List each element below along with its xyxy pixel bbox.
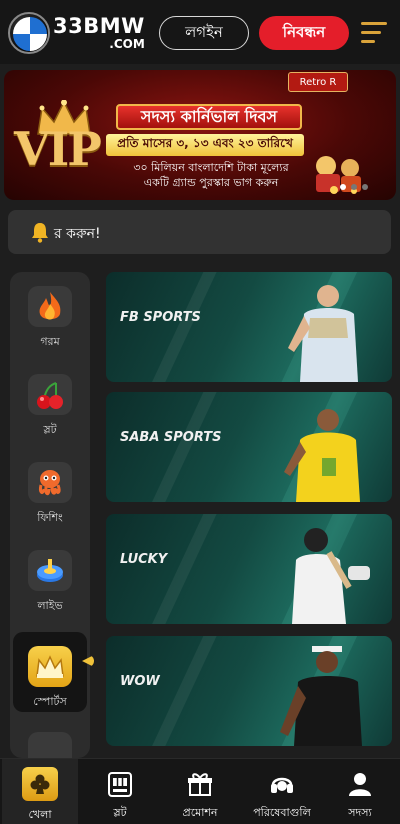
notice-text: র করুন! [54,226,101,242]
bell-icon [32,223,48,243]
slot-machine-icon [105,769,135,799]
nav-item-services[interactable]: পরিষেবাগুলি [244,759,320,824]
login-button[interactable]: লগইন [159,16,249,50]
nav-item-slots[interactable]: স্লট [82,759,158,824]
nav-item-member[interactable]: সদস্য [322,759,398,824]
banner-title: সদস্য কার্নিভাল দিবস [116,104,302,130]
bmw-logo-icon [8,12,50,54]
sidebar-item-hot[interactable]: গরম [10,272,90,352]
crown-icon [28,646,72,687]
sidebar-label: স্লট [43,423,57,436]
octopus-icon [28,462,72,503]
nav-label: স্লট [113,806,127,819]
banner-desc-line2: একটি গ্র্যান্ড পুরস্কার ভাগ করুন [143,176,279,189]
banner-date: প্রতি মাসের ৩, ১৩ এবং ২৩ তারিখে [106,134,304,156]
logo-line1: 33BMW [53,14,145,38]
club-card-icon [22,767,58,801]
app-page: 33BMW .COM লগইন নিবন্ধন Retro R VIP সদস্… [0,0,400,824]
hamburger-menu-icon[interactable] [361,22,387,44]
footballer-image [284,409,360,502]
nav-item-games[interactable]: খেলা [2,759,78,824]
vip-text: VIP [14,122,102,176]
user-icon [345,769,375,799]
sidebar-label: ফিশিং [37,511,63,524]
provider-card-lucky-sports[interactable]: LUCKY [106,514,392,624]
sidebar-item-slots[interactable]: স্লট [10,360,90,440]
sidebar-label: স্পোর্টস [33,695,67,708]
provider-card-fb-sports[interactable]: FB SPORTS [106,272,392,382]
flame-icon [28,286,72,327]
provider-logo: WOW [120,674,160,689]
notice-bar[interactable]: র করুন! [8,210,391,254]
nav-label: সদস্য [348,806,372,819]
nav-label: পরিষেবাগুলি [253,806,311,819]
footballer-image [288,285,358,382]
provider-logo: LUCKY [120,552,168,567]
headset-icon [267,769,297,799]
top-header: 33BMW .COM লগইন নিবন্ধন [0,0,400,64]
sidebar-item-fishing[interactable]: ফিশিং [10,448,90,528]
promo-banner[interactable]: Retro R VIP সদস্য কার্নিভাল দিবস প্রতি ম… [4,70,396,200]
footballer-image [280,646,362,746]
banner-sign: Retro R [288,72,348,92]
sidebar-item-more[interactable] [10,718,90,758]
sidebar-item-live[interactable]: লাইভ [10,536,90,616]
gift-icon [185,769,215,799]
banner-desc-line1: ৩০ মিলিয়ন বাংলাদেশি টাকা মূল্যের [133,161,289,174]
nav-label: খেলা [28,808,52,821]
sidebar-item-sports[interactable]: স্পোর্টস [13,632,87,712]
logo-line2: .COM [109,37,145,51]
site-logo[interactable]: 33BMW .COM [8,12,145,54]
banner-description: ৩০ মিলিয়ন বাংলাদেশি টাকা মূল্যের একটি গ… [116,160,306,190]
category-sidebar: গরম স্লট ফিশিং লাইভ স্পোর্টস [10,272,90,758]
cards-icon [28,732,72,758]
provider-logo: SABA SPORTS [120,430,222,445]
register-button[interactable]: নিবন্ধন [259,16,349,50]
nav-label: প্রমোশন [182,806,218,819]
logo-text: 33BMW .COM [53,14,145,51]
cherries-icon [28,374,72,415]
provider-logo: FB SPORTS [120,310,201,325]
cricketer-image [292,528,370,624]
nav-item-promotion[interactable]: প্রমোশন [162,759,238,824]
provider-card-saba-sports[interactable]: SABA SPORTS [106,392,392,502]
sidebar-label: লাইভ [37,599,63,612]
banner-pager[interactable] [340,184,368,190]
bottom-navigation: খেলা স্লট প্রমোশন পরিষেবাগুলি সদস্য [0,758,400,824]
sidebar-label: গরম [40,335,60,348]
live-casino-icon [28,550,72,591]
provider-card-wow-sports[interactable]: WOW [106,636,392,746]
